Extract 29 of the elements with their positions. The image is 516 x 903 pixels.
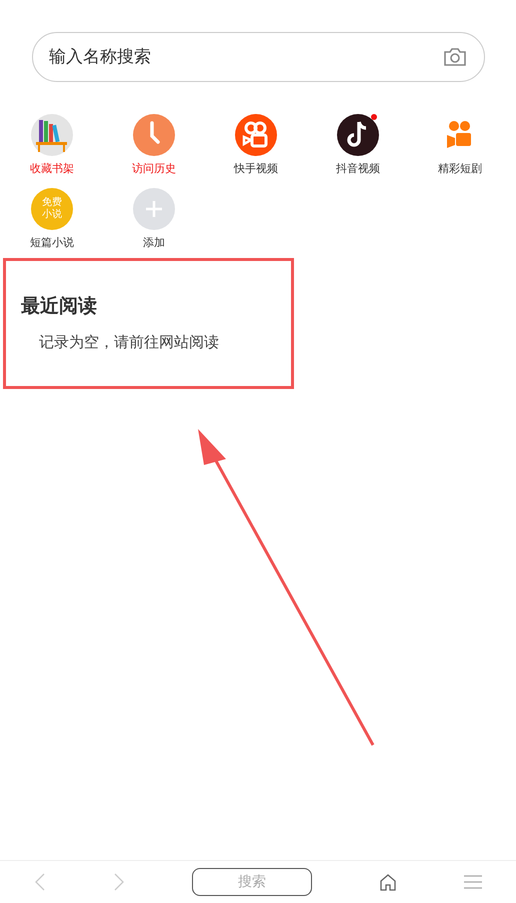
search-field[interactable]: 输入名称搜索 (32, 32, 485, 82)
forward-icon[interactable] (112, 873, 125, 891)
shortcut-item[interactable]: 访问历史 (103, 114, 205, 176)
shortcut-item[interactable]: 免费 小说 短篇小说 (1, 188, 103, 250)
menu-icon[interactable] (464, 875, 482, 889)
shortcut-label: 快手视频 (234, 161, 278, 176)
camera-icon[interactable] (443, 47, 467, 67)
shortcut-label: 精彩短剧 (438, 161, 482, 176)
shortcut-label: 收藏书架 (30, 161, 74, 176)
home-icon[interactable] (379, 873, 398, 891)
shortcut-label: 添加 (143, 235, 165, 250)
shortcut-label: 短篇小说 (30, 235, 74, 250)
shortcut-item[interactable]: 收藏书架 (1, 114, 103, 176)
plus-icon (133, 188, 175, 230)
shortcut-item[interactable]: 精彩短剧 (409, 114, 511, 176)
music-note-icon (337, 114, 379, 156)
badge-text: 免费 (42, 197, 62, 208)
shortcut-label: 抖音视频 (336, 161, 380, 176)
section-title: 最近阅读 (21, 294, 98, 319)
bookshelf-icon (31, 114, 73, 156)
clock-icon (133, 114, 175, 156)
badge-text: 小说 (42, 209, 62, 221)
back-icon[interactable] (34, 873, 46, 891)
shortcut-item[interactable]: 快手视频 (205, 114, 307, 176)
video-camera-icon (235, 114, 277, 156)
shortcut-item[interactable]: 抖音视频 (307, 114, 409, 176)
empty-message: 记录为空，请前往网站阅读 (39, 333, 220, 352)
shortcut-item[interactable]: 添加 (103, 188, 205, 250)
shortcut-label: 访问历史 (132, 161, 176, 176)
